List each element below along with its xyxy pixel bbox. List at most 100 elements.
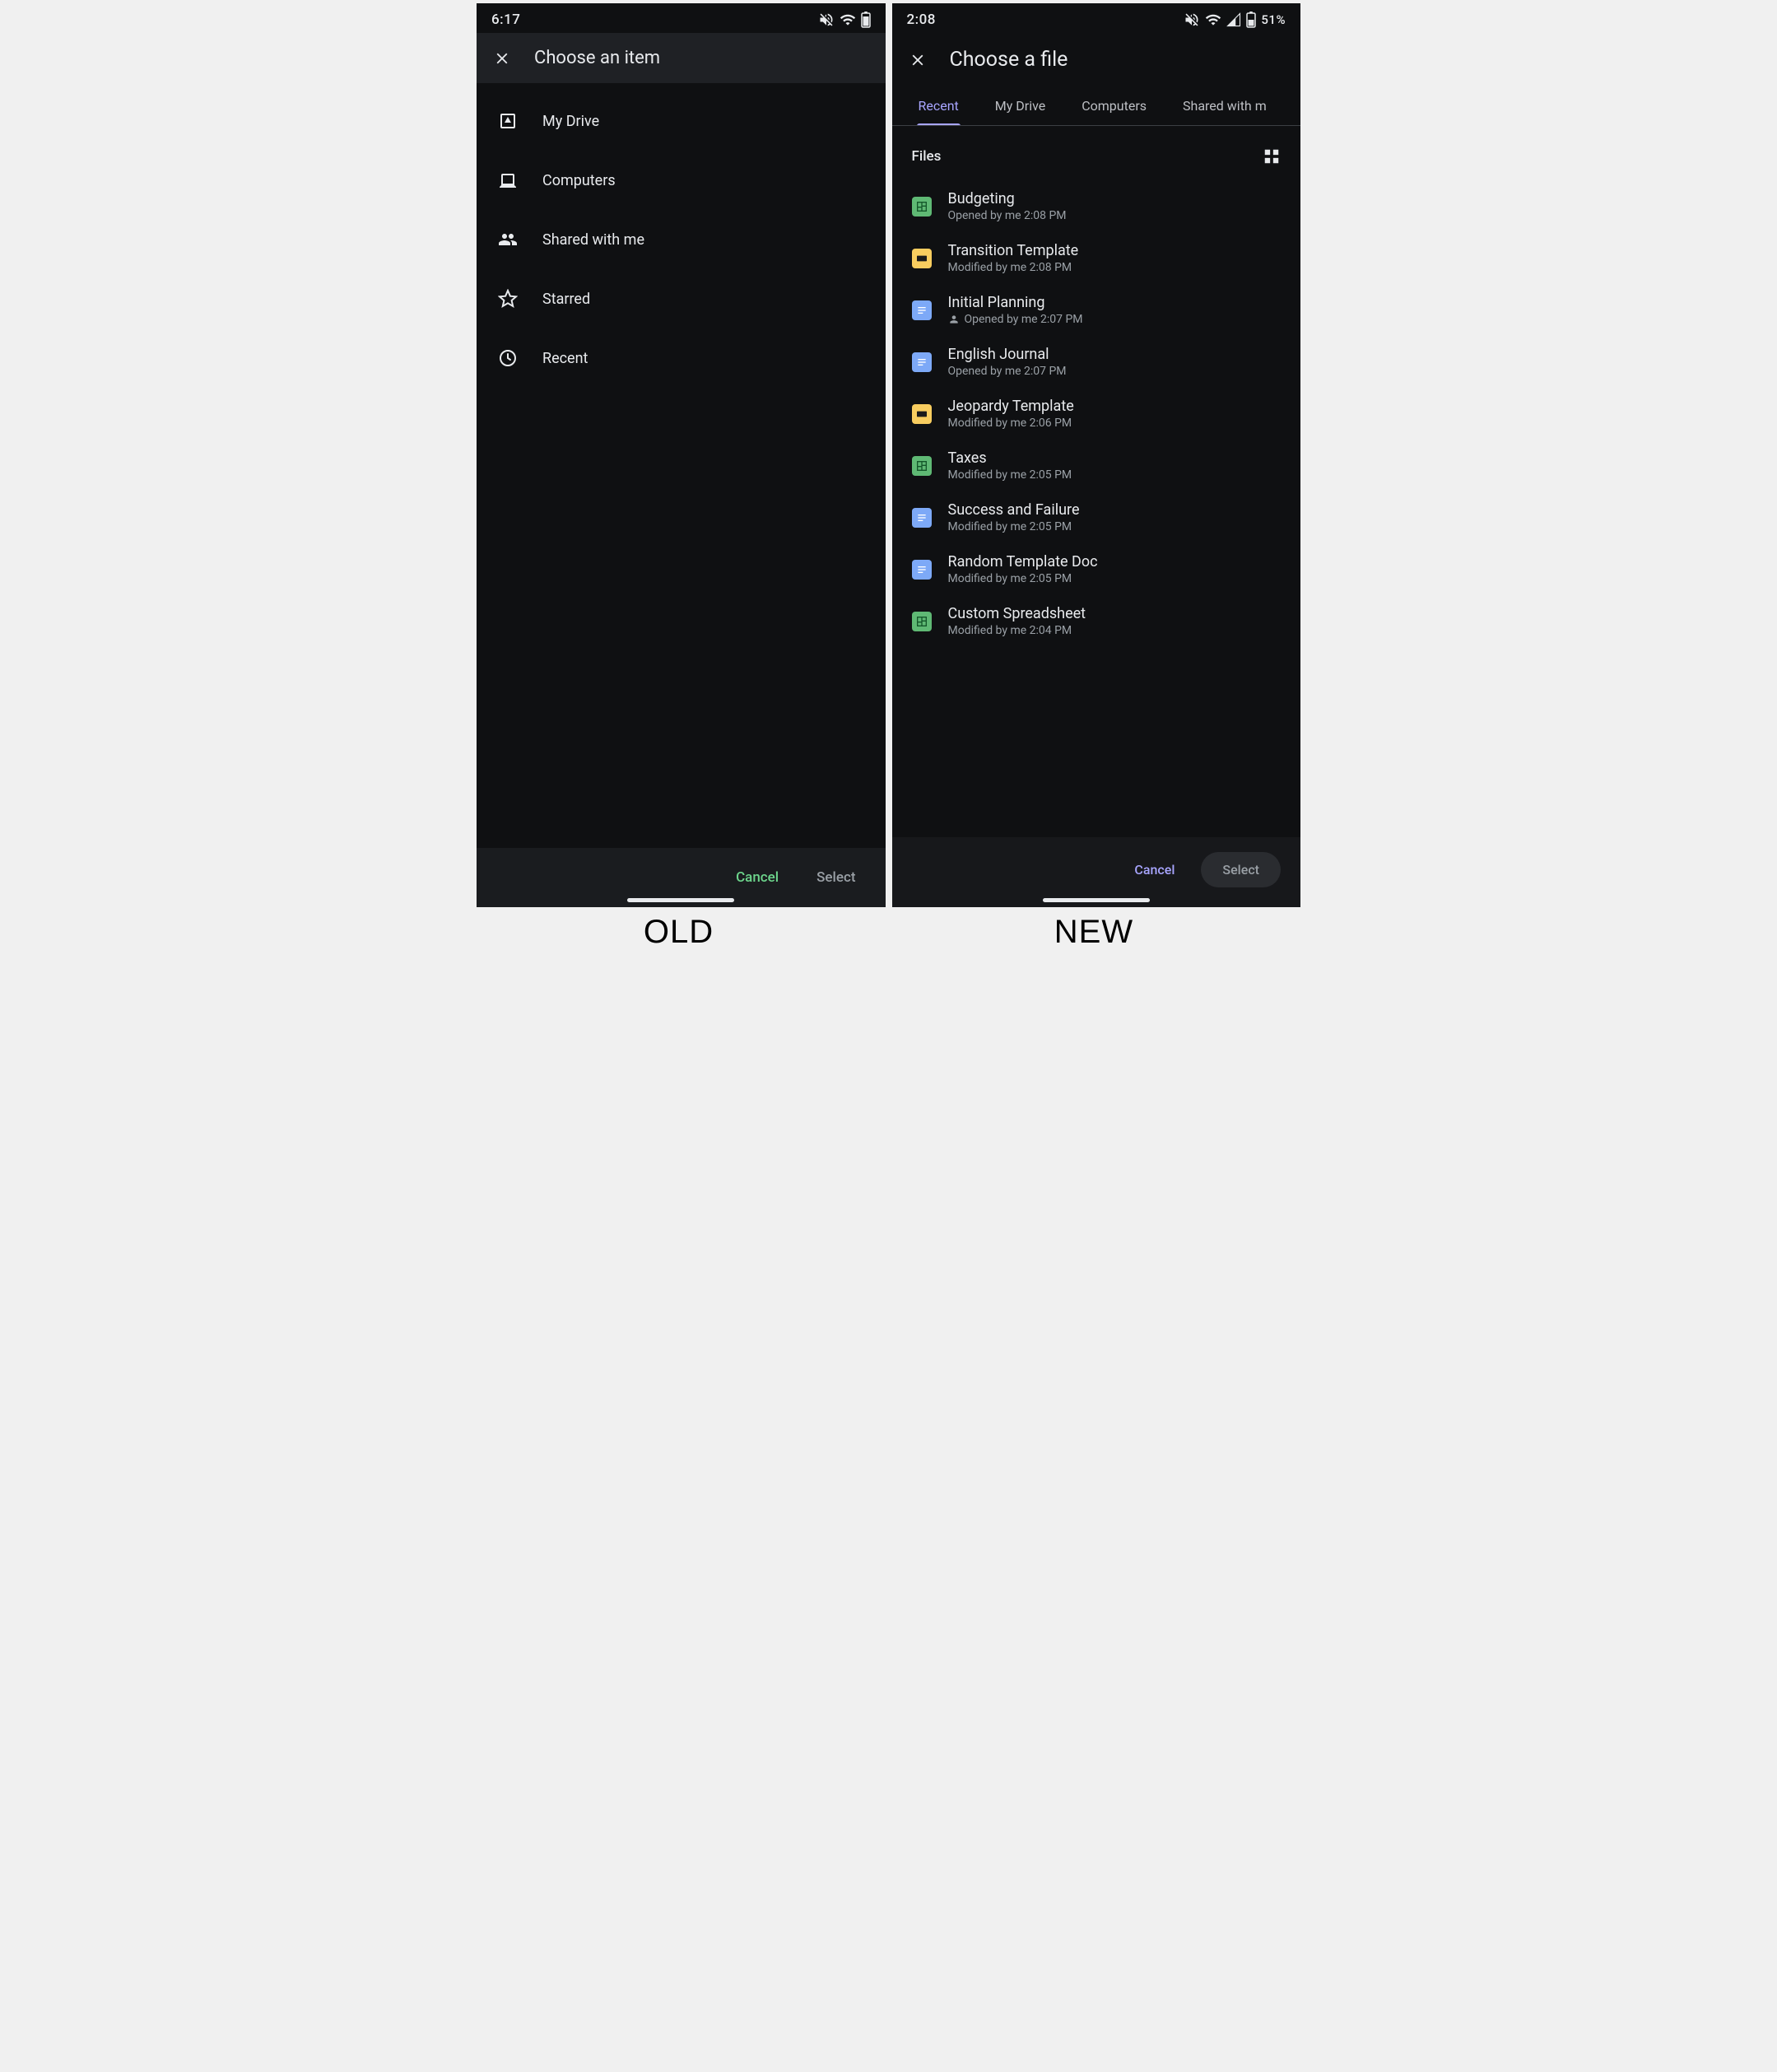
file-name: Taxes <box>948 449 1072 467</box>
battery-icon <box>1246 12 1256 28</box>
shared-icon <box>948 314 960 325</box>
nav-list: My Drive Computers Shared with me Starre… <box>477 83 886 388</box>
file-row[interactable]: Random Template Doc Modified by me 2:05 P… <box>892 543 1301 595</box>
file-name: Success and Failure <box>948 501 1080 519</box>
file-name: Initial Planning <box>948 294 1083 311</box>
doc-file-icon <box>912 508 932 528</box>
file-text: Initial PlanningOpened by me 2:07 PM <box>948 294 1083 326</box>
battery-pct: 51% <box>1261 12 1286 27</box>
select-button[interactable]: Select <box>816 869 855 886</box>
header: Choose a file <box>892 33 1301 86</box>
file-row[interactable]: English Journal Opened by me 2:07 PM <box>892 336 1301 388</box>
file-meta: Modified by me 2:08 PM <box>948 261 1079 274</box>
file-row[interactable]: Initial PlanningOpened by me 2:07 PM <box>892 284 1301 336</box>
nav-item-my-drive[interactable]: My Drive <box>477 91 886 151</box>
slide-file-icon <box>912 249 932 268</box>
sheet-file-icon <box>912 197 932 217</box>
comparison-container: 6:17 Choose an item My Drive Computers S <box>473 0 1304 910</box>
page-title: Choose an item <box>534 48 660 68</box>
status-icons: 51% <box>1184 12 1286 28</box>
file-meta: Modified by me 2:06 PM <box>948 417 1074 430</box>
file-text: Budgeting Opened by me 2:08 PM <box>948 190 1067 222</box>
nav-item-starred[interactable]: Starred <box>477 269 886 328</box>
gesture-bar <box>1043 898 1150 902</box>
file-row[interactable]: Budgeting Opened by me 2:08 PM <box>892 180 1301 232</box>
sheet-file-icon <box>912 612 932 631</box>
file-name: Random Template Doc <box>948 553 1098 570</box>
tab-my-drive[interactable]: My Drive <box>993 86 1047 125</box>
sheet-file-icon <box>912 456 932 476</box>
file-text: English Journal Opened by me 2:07 PM <box>948 346 1067 378</box>
file-name: English Journal <box>948 346 1067 363</box>
file-text: Random Template Doc Modified by me 2:05 P… <box>948 553 1098 585</box>
file-text: Custom Spreadsheet Modified by me 2:04 PM <box>948 605 1086 637</box>
drive-icon <box>498 111 518 131</box>
file-meta: Opened by me 2:08 PM <box>948 209 1067 222</box>
nav-label: Starred <box>542 291 590 308</box>
tabs: Recent My Drive Computers Shared with m <box>892 86 1301 126</box>
wifi-icon <box>840 12 856 28</box>
file-row[interactable]: TaxesModified by me 2:05 PM <box>892 440 1301 491</box>
nav-label: My Drive <box>542 113 599 130</box>
status-bar: 6:17 <box>477 3 886 33</box>
nav-label: Computers <box>542 172 616 189</box>
cancel-button[interactable]: Cancel <box>736 869 779 886</box>
file-name: Budgeting <box>948 190 1067 207</box>
nav-label: Recent <box>542 350 588 367</box>
new-label: NEW <box>1054 914 1133 951</box>
comparison-labels: OLD NEW <box>473 910 1304 954</box>
doc-file-icon <box>912 300 932 320</box>
file-meta: Modified by me 2:05 PM <box>948 468 1072 482</box>
nav-item-recent[interactable]: Recent <box>477 328 886 388</box>
file-row[interactable]: Success and FailureModified by me 2:05 P… <box>892 491 1301 543</box>
status-time: 6:17 <box>491 12 520 28</box>
clock-icon <box>498 348 518 368</box>
tab-recent[interactable]: Recent <box>917 86 961 125</box>
gesture-bar <box>627 898 734 902</box>
file-text: TaxesModified by me 2:05 PM <box>948 449 1072 482</box>
doc-file-icon <box>912 352 932 372</box>
nav-item-shared[interactable]: Shared with me <box>477 210 886 269</box>
tab-shared[interactable]: Shared with m <box>1181 86 1268 125</box>
file-name: Custom Spreadsheet <box>948 605 1086 622</box>
doc-file-icon <box>912 560 932 580</box>
close-icon[interactable] <box>909 51 927 69</box>
file-list: Budgeting Opened by me 2:08 PM Transition … <box>892 180 1301 647</box>
file-text: Transition TemplateModified by me 2:08 P… <box>948 242 1079 274</box>
star-icon <box>498 289 518 309</box>
file-meta: Modified by me 2:05 PM <box>948 520 1080 533</box>
mute-icon <box>1184 12 1200 28</box>
nav-label: Shared with me <box>542 231 644 249</box>
battery-icon <box>861 12 871 28</box>
new-screenshot: 2:08 51% Choose a file Recent My Drive C… <box>892 3 1301 907</box>
old-screenshot: 6:17 Choose an item My Drive Computers S <box>477 3 886 907</box>
people-icon <box>498 230 518 249</box>
grid-view-icon[interactable] <box>1263 147 1281 165</box>
select-button[interactable]: Select <box>1201 852 1281 887</box>
tab-computers[interactable]: Computers <box>1080 86 1148 125</box>
footer: Cancel Select <box>892 837 1301 907</box>
status-bar: 2:08 51% <box>892 3 1301 33</box>
signal-icon <box>1226 12 1241 27</box>
laptop-icon <box>498 170 518 190</box>
wifi-icon <box>1205 12 1221 28</box>
old-label: OLD <box>644 914 714 951</box>
cancel-button[interactable]: Cancel <box>1123 854 1186 886</box>
file-row[interactable]: Transition TemplateModified by me 2:08 P… <box>892 232 1301 284</box>
file-meta: Modified by me 2:04 PM <box>948 624 1086 637</box>
file-text: Jeopardy Template Modified by me 2:06 PM <box>948 398 1074 430</box>
status-icons <box>818 12 871 28</box>
file-row[interactable]: Custom Spreadsheet Modified by me 2:04 PM <box>892 595 1301 647</box>
file-text: Success and FailureModified by me 2:05 P… <box>948 501 1080 533</box>
mute-icon <box>818 12 835 28</box>
file-meta: Modified by me 2:05 PM <box>948 572 1098 585</box>
close-icon[interactable] <box>493 49 511 68</box>
files-header: Files <box>892 126 1301 180</box>
nav-item-computers[interactable]: Computers <box>477 151 886 210</box>
header: Choose an item <box>477 33 886 83</box>
file-name: Jeopardy Template <box>948 398 1074 415</box>
file-row[interactable]: Jeopardy Template Modified by me 2:06 PM <box>892 388 1301 440</box>
file-meta: Opened by me 2:07 PM <box>948 365 1067 378</box>
slide-file-icon <box>912 404 932 424</box>
page-title: Choose a file <box>950 48 1068 72</box>
